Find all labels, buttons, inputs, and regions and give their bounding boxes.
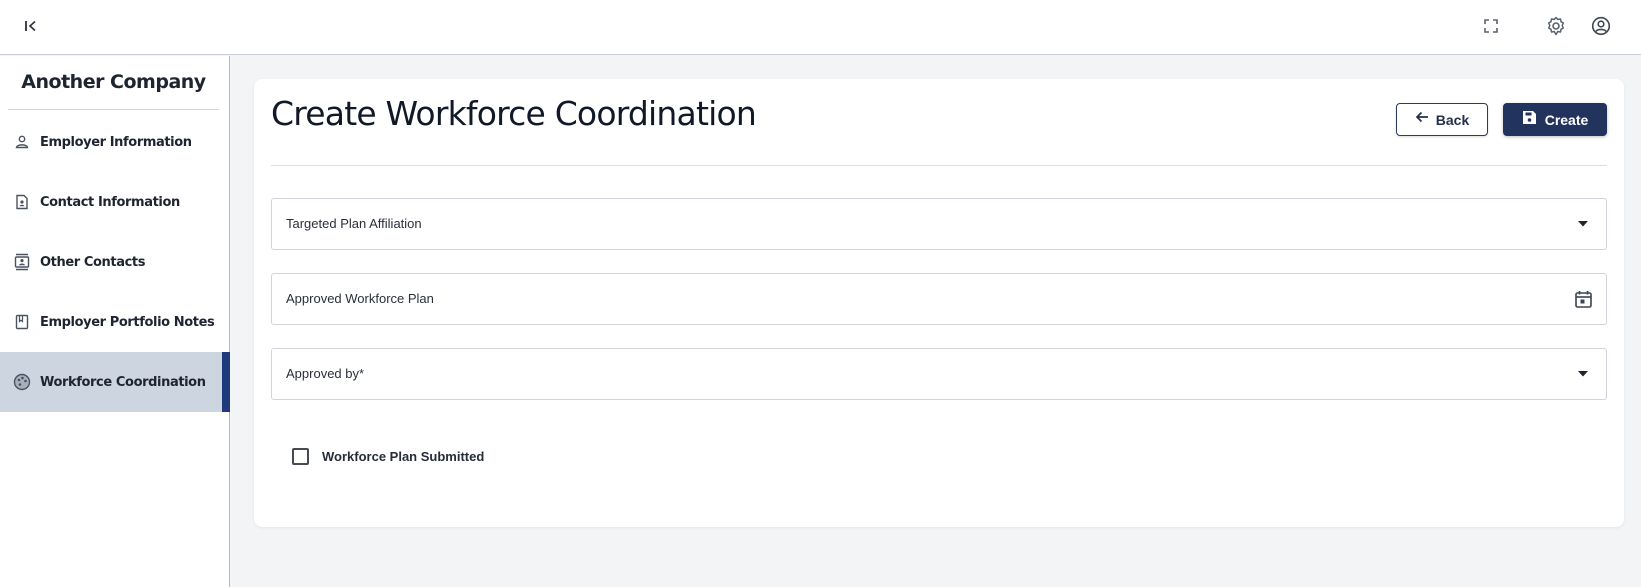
caret-down-icon[interactable] (1572, 213, 1594, 235)
company-name: Another Company (8, 68, 219, 110)
fullscreen-icon[interactable] (1478, 13, 1504, 39)
page-title: Create Workforce Coordination (271, 94, 757, 133)
workforce-plan-submitted-checkbox[interactable] (292, 448, 309, 465)
person-icon (13, 133, 31, 151)
checkbox-label: Workforce Plan Submitted (322, 449, 485, 464)
sidebar-item-contact-information[interactable]: Contact Information (0, 172, 230, 232)
sidebar-item-label: Workforce Coordination (40, 374, 206, 390)
sidebar-item-label: Employer Information (40, 134, 192, 150)
sidebar-item-label: Employer Portfolio Notes (40, 314, 215, 330)
user-account-icon[interactable] (1588, 13, 1614, 39)
contacts-book-icon (13, 253, 31, 271)
create-button-label: Create (1544, 111, 1589, 128)
caret-down-icon[interactable] (1572, 363, 1594, 385)
divider (271, 165, 1607, 166)
back-button[interactable]: Back (1396, 103, 1488, 136)
notes-icon (13, 313, 31, 331)
save-icon (1522, 110, 1537, 130)
form-card: Create Workforce Coordination Back Creat… (254, 79, 1624, 527)
sidebar-item-other-contacts[interactable]: Other Contacts (0, 232, 230, 292)
required-mark: * (359, 366, 365, 381)
create-button[interactable]: Create (1503, 103, 1607, 136)
sidebar-item-label: Contact Information (40, 194, 180, 210)
arrow-left-icon (1415, 110, 1429, 129)
sidebar-item-employer-information[interactable]: Employer Information (0, 112, 230, 172)
approved-workforce-plan-date-field[interactable]: Approved Workforce Plan (271, 273, 1607, 325)
gear-icon[interactable] (1543, 13, 1569, 39)
sidebar-item-employer-portfolio-notes[interactable]: Employer Portfolio Notes (0, 292, 230, 352)
targeted-plan-affiliation-select[interactable]: Targeted Plan Affiliation (271, 198, 1607, 250)
field-label: Approved Workforce Plan (286, 291, 434, 306)
field-label: Targeted Plan Affiliation (286, 216, 422, 231)
calendar-icon[interactable] (1572, 288, 1594, 310)
top-bar (0, 0, 1641, 55)
palette-icon (13, 373, 31, 391)
field-label: Approved by* (286, 366, 365, 381)
collapse-sidebar-icon[interactable] (20, 15, 42, 37)
contact-card-icon (13, 193, 31, 211)
sidebar-item-workforce-coordination[interactable]: Workforce Coordination (0, 352, 230, 412)
workforce-plan-submitted-checkbox-row[interactable]: Workforce Plan Submitted (292, 448, 484, 465)
approved-by-select[interactable]: Approved by* (271, 348, 1607, 400)
sidebar: Another Company Employer Information Con… (0, 56, 230, 587)
back-button-label: Back (1435, 111, 1470, 128)
sidebar-item-label: Other Contacts (40, 254, 146, 270)
